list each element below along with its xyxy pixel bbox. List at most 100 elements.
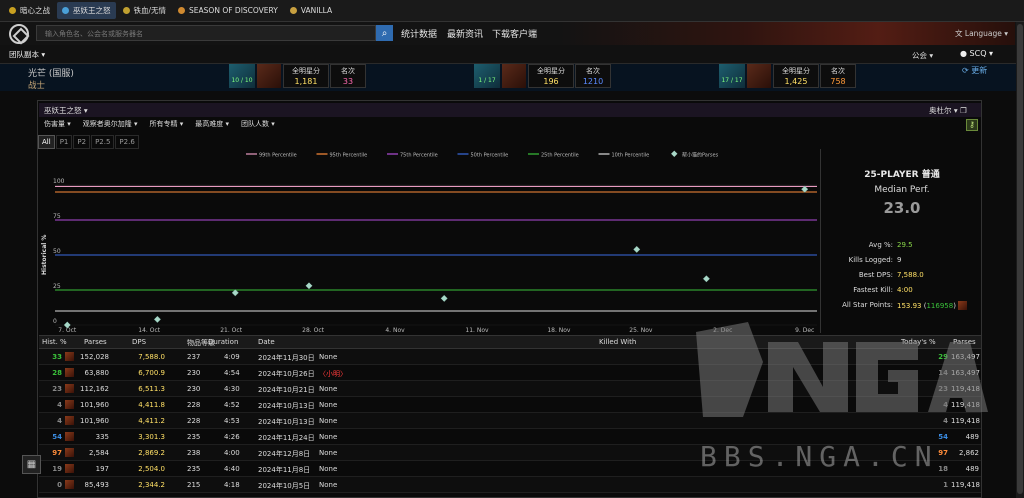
legend-item-6[interactable]: 帮小猫的Parses	[671, 150, 719, 159]
parse-point-3[interactable]	[305, 282, 313, 290]
killed-with[interactable]: None	[319, 449, 337, 457]
legend-item-0[interactable]: 99th Percentile	[246, 152, 297, 158]
guild-menu[interactable]: 公会 ▾	[912, 50, 933, 61]
game-tab-0[interactable]: 暗心之战	[4, 2, 55, 19]
dps-value[interactable]: 2,869.2	[131, 449, 165, 457]
update-button[interactable]: ⟳ 更新	[962, 65, 987, 76]
parse-point-1[interactable]	[153, 315, 161, 323]
kill-date[interactable]: 2024年10月21日	[258, 385, 315, 395]
killed-with[interactable]: None	[319, 353, 337, 361]
game-tab-4[interactable]: VANILLA	[285, 2, 337, 19]
character-strip: 光芒 (国服) 战士 10 / 10 全明星分 1,181 名次 33 1 / 17 全明星…	[0, 64, 1016, 91]
phase-tab-2[interactable]: P2	[73, 135, 91, 149]
table-row[interactable]: 0 85,493 2,344.2 215 4:18 2024年10月5日 None 1 119,…	[39, 477, 981, 493]
dps-value[interactable]: 6,700.9	[131, 369, 165, 377]
filter-dropdown-0[interactable]: 伤害量 ▾	[44, 119, 71, 133]
link-news[interactable]: 最新资讯	[447, 27, 483, 40]
zone-select[interactable]: 奥杜尔 ▾ ❐	[929, 105, 967, 116]
parse-point-6[interactable]	[702, 275, 710, 283]
table-row[interactable]: 4 101,960 4,411.8 228 4:52 2024年10月13日 None 4 11…	[39, 397, 981, 413]
column-header-8[interactable]: Parses	[953, 338, 976, 346]
column-header-5[interactable]: Date	[258, 338, 275, 346]
dps-value[interactable]: 6,511.3	[131, 385, 165, 393]
user-name: SCQ	[969, 49, 987, 58]
table-row[interactable]: 23 112,162 6,511.3 230 4:30 2024年10月21日 None 23…	[39, 381, 981, 397]
raid-icon: 1 / 17	[474, 64, 500, 88]
killed-with[interactable]: None	[319, 385, 337, 393]
filter-dropdown-3[interactable]: 最高难度 ▾	[195, 119, 229, 133]
parse-point-4[interactable]	[440, 294, 448, 302]
phase-tab-0[interactable]: All	[38, 135, 55, 149]
popout-icon[interactable]: ❐	[960, 106, 967, 115]
killed-with[interactable]: None	[319, 465, 337, 473]
dps-value[interactable]: 4,411.8	[131, 401, 165, 409]
phase-tab-1[interactable]: P1	[55, 135, 73, 149]
today-percent: 1	[943, 481, 948, 489]
expansion-select[interactable]: 巫妖王之怒 ▾	[44, 105, 88, 116]
kill-date[interactable]: 2024年11月30日	[258, 353, 315, 363]
raid-progress-card[interactable]: 17 / 17 全明星分 1,425 名次 758	[719, 64, 856, 88]
legend-item-5[interactable]: 10th Percentile	[598, 152, 650, 158]
legend-item-2[interactable]: 75th Percentile	[387, 152, 438, 158]
kill-date[interactable]: 2024年12月8日	[258, 449, 310, 459]
column-header-0[interactable]: Hist. %	[42, 338, 67, 346]
dps-value[interactable]: 2,344.2	[131, 481, 165, 489]
kill-date[interactable]: 2024年11月8日	[258, 465, 310, 475]
qr-code-icon[interactable]: ▦	[22, 455, 41, 474]
killed-with[interactable]: None	[319, 433, 337, 441]
settings-key-icon[interactable]: ⚷	[966, 119, 978, 131]
column-header-7[interactable]: Today's %	[901, 338, 936, 346]
phase-tab-3[interactable]: P2.5	[91, 135, 115, 149]
dps-value[interactable]: 3,301.3	[131, 433, 165, 441]
table-row[interactable]: 33 152,028 7,588.0 237 4:09 2024年11月30日 None 29…	[39, 349, 981, 365]
summary-sidebar: 25-PLAYER 普通 Median Perf. 23.0 Avg %: 29.…	[820, 149, 982, 333]
kill-date[interactable]: 2024年10月5日	[258, 481, 310, 491]
table-row[interactable]: 28 63,880 6,700.9 230 4:54 2024年10月26日 〈小明〉 14 1…	[39, 365, 981, 381]
all-star-points: 全明星分 1,181	[283, 64, 329, 88]
dps-value[interactable]: 4,411.2	[131, 417, 165, 425]
filter-dropdown-4[interactable]: 团队人数 ▾	[241, 119, 275, 133]
summary-key: Avg %:	[868, 241, 893, 249]
user-menu[interactable]: ● SCQ ▾	[960, 49, 993, 58]
raid-menu[interactable]: 团队副本 ▾	[9, 49, 45, 60]
legend-item-3[interactable]: 50th Percentile	[457, 152, 509, 158]
scrollbar-thumb[interactable]	[1017, 24, 1023, 494]
kill-date[interactable]: 2024年10月13日	[258, 417, 315, 427]
dps-value[interactable]: 7,588.0	[131, 353, 165, 361]
game-tab-1[interactable]: 巫妖王之怒	[57, 2, 116, 19]
column-header-1[interactable]: Parses	[84, 338, 107, 346]
kill-date[interactable]: 2024年10月13日	[258, 401, 315, 411]
killed-with[interactable]: None	[319, 401, 337, 409]
column-header-2[interactable]: DPS	[132, 338, 146, 346]
character-name: 光芒 (国服)	[28, 69, 74, 79]
raid-progress-card[interactable]: 10 / 10 全明星分 1,181 名次 33	[229, 64, 366, 88]
kill-date[interactable]: 2024年10月26日	[258, 369, 315, 379]
killed-with[interactable]: 〈小明〉	[319, 369, 347, 379]
game-tab-3[interactable]: SEASON OF DISCOVERY	[173, 2, 283, 19]
filter-dropdown-2[interactable]: 所有专精 ▾	[150, 119, 184, 133]
link-download-client[interactable]: 下载客户端	[492, 27, 537, 40]
killed-with[interactable]: None	[319, 481, 337, 489]
dps-value[interactable]: 2,504.0	[131, 465, 165, 473]
y-tick-label: 50	[53, 248, 61, 255]
site-logo-icon[interactable]	[9, 23, 29, 44]
killed-with[interactable]: None	[319, 417, 337, 425]
search-input[interactable]: 输入角色名、公会名或服务器名	[36, 25, 376, 41]
legend-item-4[interactable]: 25th Percentile	[528, 152, 579, 158]
column-header-4[interactable]: Duration	[208, 338, 238, 346]
page-scrollbar[interactable]	[1016, 22, 1024, 498]
raid-progress-card[interactable]: 1 / 17 全明星分 196 名次 1210	[474, 64, 611, 88]
link-statistics[interactable]: 统计数据	[401, 27, 437, 40]
today-percent: 14	[938, 369, 948, 377]
search-icon[interactable]: ⌕	[376, 25, 393, 41]
parse-point-5[interactable]	[633, 245, 641, 253]
kill-date[interactable]: 2024年11月24日	[258, 433, 315, 443]
filter-dropdown-1[interactable]: 观察者奥尔加隆 ▾	[83, 119, 138, 133]
game-tab-2[interactable]: 铁血/无情	[118, 2, 172, 19]
legend-label: 10th Percentile	[612, 152, 650, 158]
column-header-6[interactable]: Killed With	[599, 338, 636, 346]
legend-item-1[interactable]: 95th Percentile	[316, 152, 368, 158]
phase-tab-4[interactable]: P2.6	[115, 135, 139, 149]
table-row[interactable]: 4 101,960 4,411.2 228 4:53 2024年10月13日 None 4 11…	[39, 413, 981, 429]
language-select[interactable]: 文 Language ▾	[955, 28, 1008, 39]
